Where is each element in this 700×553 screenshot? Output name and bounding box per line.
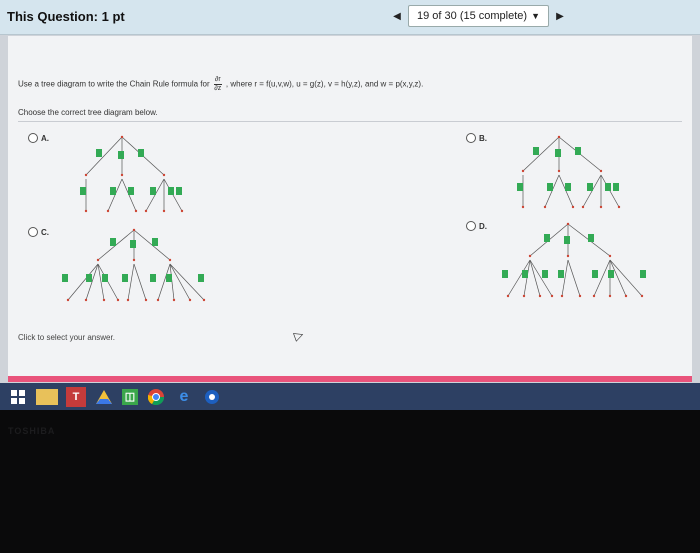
- chrome-icon[interactable]: [146, 387, 166, 407]
- chevron-down-icon: ▼: [531, 11, 540, 21]
- brand-label: TOSHIBA: [8, 426, 56, 436]
- edge-icon[interactable]: e: [174, 387, 194, 407]
- google-drive-icon[interactable]: [94, 387, 114, 407]
- option-c[interactable]: C.: [28, 227, 49, 237]
- triangle-left-icon: ◀: [393, 10, 401, 22]
- choose-instruction: Choose the correct tree diagram below.: [18, 108, 158, 117]
- tree-diagram-a: [80, 135, 184, 213]
- question-header: This Question: 1 pt ◀ 19 of 30 (15 compl…: [0, 0, 700, 35]
- option-d[interactable]: D.: [466, 221, 487, 231]
- question-suffix: , where r = f(u,v,w), u = g(z), v = h(y,…: [225, 79, 424, 89]
- browser-screen: This Question: 1 pt ◀ 19 of 30 (15 compl…: [0, 0, 700, 410]
- windows-icon[interactable]: [8, 387, 28, 407]
- question-progress-label: 19 of 30 (15 complete): [417, 10, 528, 22]
- fraction-numerator: ∂r: [213, 76, 222, 85]
- radio-button-d[interactable]: [466, 221, 476, 231]
- question-progress-dropdown[interactable]: 19 of 30 (15 complete) ▼: [408, 5, 549, 27]
- laptop-bezel: TOSHIBA: [0, 410, 700, 553]
- radio-button-c[interactable]: [28, 227, 38, 237]
- next-question-button[interactable]: ▶: [549, 5, 571, 27]
- radio-button-b[interactable]: [466, 133, 476, 143]
- option-a-label: A.: [41, 133, 49, 143]
- fraction-denominator: ∂z: [214, 85, 222, 92]
- option-a[interactable]: A.: [28, 133, 49, 143]
- tree-diagram-c: [62, 228, 206, 302]
- radio-button-a[interactable]: [28, 133, 38, 143]
- windows-taskbar: T ◫ e: [0, 383, 700, 410]
- question-navigator: ◀ 19 of 30 (15 complete) ▼ ▶: [386, 5, 571, 27]
- previous-question-button[interactable]: ◀: [386, 5, 408, 27]
- store-icon[interactable]: ◫: [122, 388, 138, 405]
- option-b-label: B.: [479, 133, 487, 143]
- accent-strip: [8, 376, 692, 382]
- option-d-label: D.: [479, 221, 487, 231]
- question-points-label: This Question: 1 pt: [7, 9, 125, 24]
- triangle-right-icon: ▶: [556, 10, 564, 22]
- file-explorer-icon[interactable]: [36, 388, 58, 405]
- divider: [18, 121, 682, 122]
- partial-derivative-fraction: ∂r ∂z: [213, 76, 222, 93]
- t-app-icon[interactable]: T: [66, 386, 86, 407]
- question-text: Use a tree diagram to write the Chain Ru…: [18, 76, 423, 93]
- media-icon[interactable]: [202, 387, 222, 407]
- tree-diagram-d: [502, 222, 646, 298]
- option-c-label: C.: [41, 227, 49, 237]
- click-to-answer-hint: Click to select your answer.: [18, 333, 115, 342]
- tree-diagram-b: [517, 135, 621, 209]
- option-b[interactable]: B.: [466, 133, 487, 143]
- question-prefix: Use a tree diagram to write the Chain Ru…: [18, 79, 210, 89]
